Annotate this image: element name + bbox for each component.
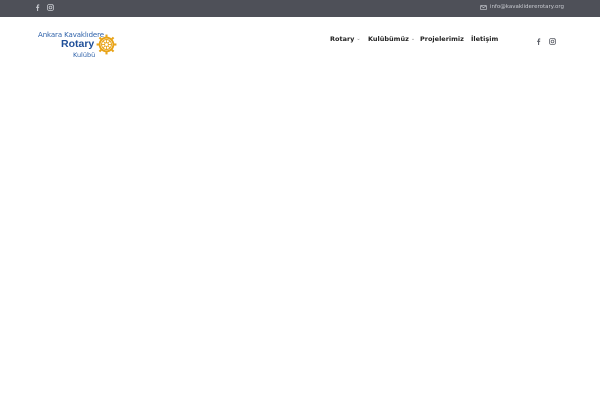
facebook-icon[interactable] (35, 4, 40, 11)
main-content (0, 72, 600, 400)
nav-item-kulubumuz[interactable]: Kulübümüz ⌄ (368, 35, 415, 43)
mail-icon (480, 4, 487, 10)
facebook-icon[interactable] (536, 38, 541, 45)
chevron-down-icon: ⌄ (410, 36, 416, 42)
instagram-icon[interactable] (549, 38, 556, 45)
nav-item-iletisim[interactable]: İletişim (471, 35, 498, 43)
top-social-links (35, 4, 54, 11)
site-header: Ankara Kavaklıdere Rotary Kulübü Rotary … (0, 17, 600, 72)
logo-line-3: Kulübü (73, 51, 96, 59)
nav-label[interactable]: İletişim (471, 35, 498, 43)
top-bar: info@kavaklidererotary.org (0, 0, 600, 17)
header-social-links (536, 38, 556, 45)
nav-label[interactable]: Kulübümüz (368, 35, 409, 43)
top-email-link[interactable]: info@kavaklidererotary.org (480, 4, 564, 10)
chevron-down-icon: ⌄ (356, 36, 361, 42)
rotary-wheel-icon (96, 34, 117, 60)
nav-label[interactable]: Rotary (330, 35, 354, 43)
nav-item-rotary[interactable]: Rotary ⌄ (330, 35, 361, 43)
nav-item-projelerimiz[interactable]: Projelerimiz (420, 35, 464, 43)
site-logo[interactable]: Ankara Kavaklıdere Rotary Kulübü (38, 31, 118, 61)
instagram-icon[interactable] (47, 4, 54, 11)
nav-label[interactable]: Projelerimiz (420, 35, 464, 43)
logo-line-2: Rotary (61, 38, 95, 50)
email-text[interactable]: info@kavaklidererotary.org (490, 4, 564, 10)
